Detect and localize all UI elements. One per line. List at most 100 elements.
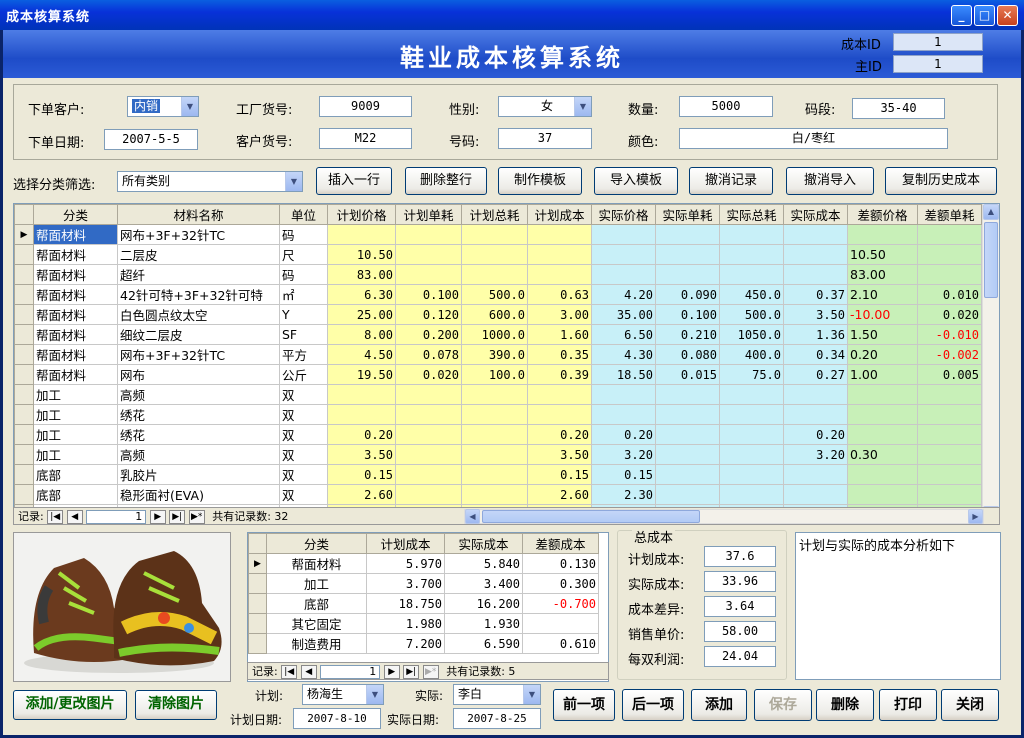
grid-cell[interactable]: 加工	[33, 384, 118, 405]
grid-cell[interactable]	[847, 224, 918, 245]
grid-cell[interactable]: 加工	[33, 444, 118, 465]
customer-select[interactable]: 内销 ▼	[127, 96, 199, 117]
grid-cell[interactable]: 超纤	[117, 264, 280, 285]
grid-cell[interactable]: 35.00	[591, 304, 656, 325]
clear-image-button[interactable]: 清除图片	[135, 690, 217, 720]
grid-cell[interactable]: 0.20	[783, 424, 848, 445]
grid-cell[interactable]: 3.20	[591, 444, 656, 465]
grid-column-header[interactable]: 实际价格	[591, 204, 656, 225]
grid-cell[interactable]	[917, 444, 982, 465]
scroll-up-icon[interactable]: ▲	[983, 204, 999, 220]
grid-cell[interactable]: 83.00	[327, 264, 396, 285]
grid-cell[interactable]: 3.20	[783, 444, 848, 465]
grid-column-header[interactable]: 计划单耗	[395, 204, 462, 225]
grid-cell[interactable]	[655, 444, 720, 465]
row-selector[interactable]	[14, 344, 34, 365]
table-row[interactable]: 帮面材料 网布 公斤 19.50 0.020 100.0 0.39 18.50 0.015 75.…	[14, 364, 982, 385]
grid-cell[interactable]	[655, 484, 720, 505]
grid-cell[interactable]	[917, 424, 982, 445]
grid-cell[interactable]: 网布	[117, 364, 280, 385]
order-date-field[interactable]: 2007-5-5	[104, 129, 198, 150]
table-row[interactable]: 帮面材料 二层皮尺 10.50 10.50	[14, 244, 982, 265]
grid-cell[interactable]: 1000.0	[461, 324, 528, 345]
grid-cell[interactable]	[395, 464, 462, 485]
grid-cell[interactable]	[917, 264, 982, 285]
summary-row[interactable]: 加工 3.700 3.400 0.300	[248, 573, 599, 594]
grid-cell[interactable]	[461, 484, 528, 505]
grid-cell[interactable]: 400.0	[719, 344, 784, 365]
grid-cell[interactable]: 3.50	[783, 304, 848, 325]
summary-cell[interactable]: 3.700	[366, 573, 445, 594]
actual-person-select[interactable]: 李白 ▼	[453, 684, 541, 705]
grid-cell[interactable]	[395, 484, 462, 505]
grid-cell[interactable]	[461, 384, 528, 405]
summary-cell[interactable]: 16.200	[444, 593, 523, 614]
summary-cell[interactable]: 6.590	[444, 633, 523, 654]
row-selector[interactable]	[14, 264, 34, 285]
grid-cell[interactable]: SF	[279, 324, 328, 345]
add-image-button[interactable]: 添加/更改图片	[13, 690, 127, 720]
grid-cell[interactable]: 500.0	[719, 304, 784, 325]
grid-cell[interactable]	[655, 244, 720, 265]
grid-cell[interactable]: 1.50	[847, 324, 918, 345]
grid-column-header[interactable]: 计划总耗	[461, 204, 528, 225]
grid-column-header[interactable]: 单位	[279, 204, 328, 225]
summary-cell[interactable]: 5.970	[366, 553, 445, 574]
grid-cell[interactable]: 42针可特+3F+32针可特	[117, 284, 280, 305]
table-row[interactable]: ▶ 帮面材料 网布+3F+32针TC 码	[14, 224, 982, 245]
grid-cell[interactable]: 白色圆点纹太空	[117, 304, 280, 325]
grid-cell[interactable]: 25.00	[327, 304, 396, 325]
grid-cell[interactable]: 乳胶片	[117, 464, 280, 485]
grid-cell[interactable]: 码	[279, 264, 328, 285]
prev-record-icon[interactable]: ◀	[300, 665, 317, 679]
grid-cell[interactable]: 0.090	[655, 284, 720, 305]
grid-cell[interactable]	[719, 444, 784, 465]
grid-cell[interactable]: 双	[279, 404, 328, 425]
minimize-button[interactable]: _	[951, 5, 972, 26]
grid-cell[interactable]: 0.120	[395, 304, 462, 325]
summary-row[interactable]: 底部 18.750 16.200 -0.700	[248, 593, 599, 614]
table-row[interactable]: 帮面材料 超纤码 83.00 83.00	[14, 264, 982, 285]
grid-cell[interactable]: 帮面材料	[33, 304, 118, 325]
grid-cell[interactable]: 0.020	[395, 364, 462, 385]
grid-column-header[interactable]: 实际总耗	[719, 204, 784, 225]
grid-cell[interactable]: Y	[279, 304, 328, 325]
grid-cell[interactable]	[783, 484, 848, 505]
grid-cell[interactable]: 平方	[279, 344, 328, 365]
size-range-field[interactable]: 35-40	[852, 98, 945, 119]
grid-cell[interactable]: 2.60	[527, 484, 592, 505]
last-record-icon[interactable]: ▶|	[403, 665, 420, 679]
row-selector[interactable]	[14, 424, 34, 445]
summary-column-header[interactable]: 差额成本	[522, 533, 599, 554]
next-item-button[interactable]: 后一项	[622, 689, 684, 721]
grid-cell[interactable]: 公斤	[279, 364, 328, 385]
grid-cell[interactable]	[719, 464, 784, 485]
make-template-button[interactable]: 制作模板	[498, 167, 582, 195]
table-row[interactable]: 加工 高频双	[14, 384, 982, 405]
grid-cell[interactable]: 0.15	[591, 464, 656, 485]
grid-cell[interactable]	[783, 244, 848, 265]
grid-cell[interactable]: 0.078	[395, 344, 462, 365]
summary-grid[interactable]: 分类 计划成本 实际成本 差额成本 ▶ 帮面材料 5.970 5.840 0.130 加工 3.7…	[247, 532, 609, 682]
grid-horizontal-scrollbar[interactable]: ◀ ▶	[464, 509, 984, 524]
grid-cell[interactable]	[527, 224, 592, 245]
summary-cell[interactable]: 0.610	[522, 633, 599, 654]
grid-cell[interactable]	[917, 484, 982, 505]
summary-cell[interactable]: 0.300	[522, 573, 599, 594]
row-selector[interactable]	[14, 444, 34, 465]
grid-column-header[interactable]: 差额单耗	[917, 204, 982, 225]
delete-row-button[interactable]: 删除整行	[405, 167, 487, 195]
grid-cell[interactable]: 码	[279, 224, 328, 245]
grid-cell[interactable]	[395, 384, 462, 405]
grid-cell[interactable]: 高频	[117, 444, 280, 465]
grid-cell[interactable]	[655, 384, 720, 405]
summary-cell[interactable]: 帮面材料	[266, 553, 367, 574]
grid-cell[interactable]	[719, 424, 784, 445]
row-selector[interactable]: ▶	[248, 553, 267, 574]
sale-price-field[interactable]: 58.00	[704, 621, 776, 642]
grid-cell[interactable]: 1.00	[847, 364, 918, 385]
summary-cell[interactable]: 18.750	[366, 593, 445, 614]
grid-cell[interactable]	[783, 464, 848, 485]
table-row[interactable]: 底部 稳形面衬(EVA) 双 2.60 2.60 2.30	[14, 484, 982, 505]
grid-cell[interactable]: 0.100	[655, 304, 720, 325]
